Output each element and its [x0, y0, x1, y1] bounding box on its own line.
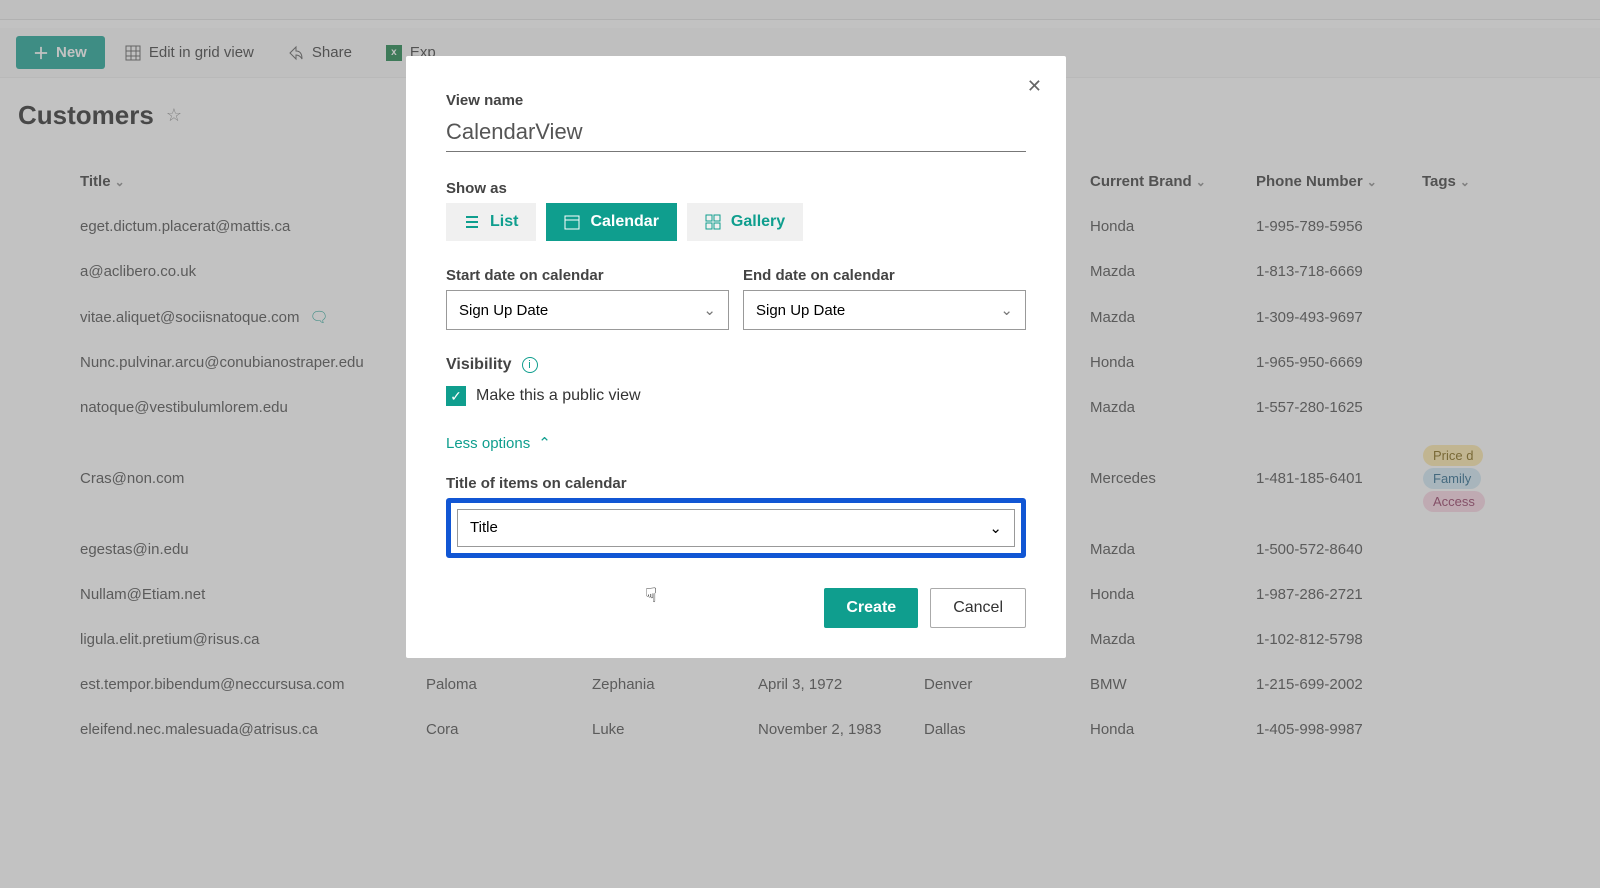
visibility-label: Visibility — [446, 356, 512, 374]
public-view-label: Make this a public view — [476, 387, 641, 405]
close-icon[interactable]: ✕ — [1027, 76, 1042, 97]
gallery-icon — [705, 214, 721, 230]
view-name-label: View name — [446, 92, 1026, 109]
public-view-checkbox-row[interactable]: ✓ Make this a public view — [446, 386, 1026, 406]
title-items-select[interactable]: Title ⌄ — [457, 509, 1015, 547]
chevron-down-icon: ⌄ — [1000, 301, 1013, 319]
gallery-option[interactable]: Gallery — [687, 203, 803, 241]
show-as-row: List Calendar Gallery — [446, 203, 1026, 241]
calendar-option[interactable]: Calendar — [546, 203, 676, 241]
show-as-label: Show as — [446, 180, 1026, 197]
chevron-down-icon: ⌄ — [989, 519, 1002, 537]
calendar-icon — [564, 214, 580, 230]
cursor-icon: ☟ — [645, 583, 657, 608]
dialog-actions: Create Cancel — [446, 588, 1026, 628]
chevron-up-icon: ⌃ — [538, 434, 551, 452]
checkbox-checked-icon: ✓ — [446, 386, 466, 406]
create-button[interactable]: Create — [824, 588, 918, 628]
title-items-label: Title of items on calendar — [446, 475, 1026, 492]
less-options-link[interactable]: Less options ⌃ — [446, 434, 551, 452]
create-view-dialog: ✕ View name Show as List Calendar Galler… — [406, 56, 1066, 658]
visibility-label-row: Visibility i — [446, 356, 1026, 374]
view-name-input[interactable] — [446, 115, 1026, 152]
start-date-label: Start date on calendar — [446, 267, 729, 284]
start-date-select[interactable]: Sign Up Date ⌄ — [446, 290, 729, 330]
list-option[interactable]: List — [446, 203, 536, 241]
end-date-label: End date on calendar — [743, 267, 1026, 284]
chevron-down-icon: ⌄ — [703, 301, 716, 319]
highlight-box: Title ⌄ — [446, 498, 1026, 558]
cancel-button[interactable]: Cancel — [930, 588, 1026, 628]
end-date-select[interactable]: Sign Up Date ⌄ — [743, 290, 1026, 330]
info-icon[interactable]: i — [522, 357, 538, 373]
list-icon — [464, 214, 480, 230]
